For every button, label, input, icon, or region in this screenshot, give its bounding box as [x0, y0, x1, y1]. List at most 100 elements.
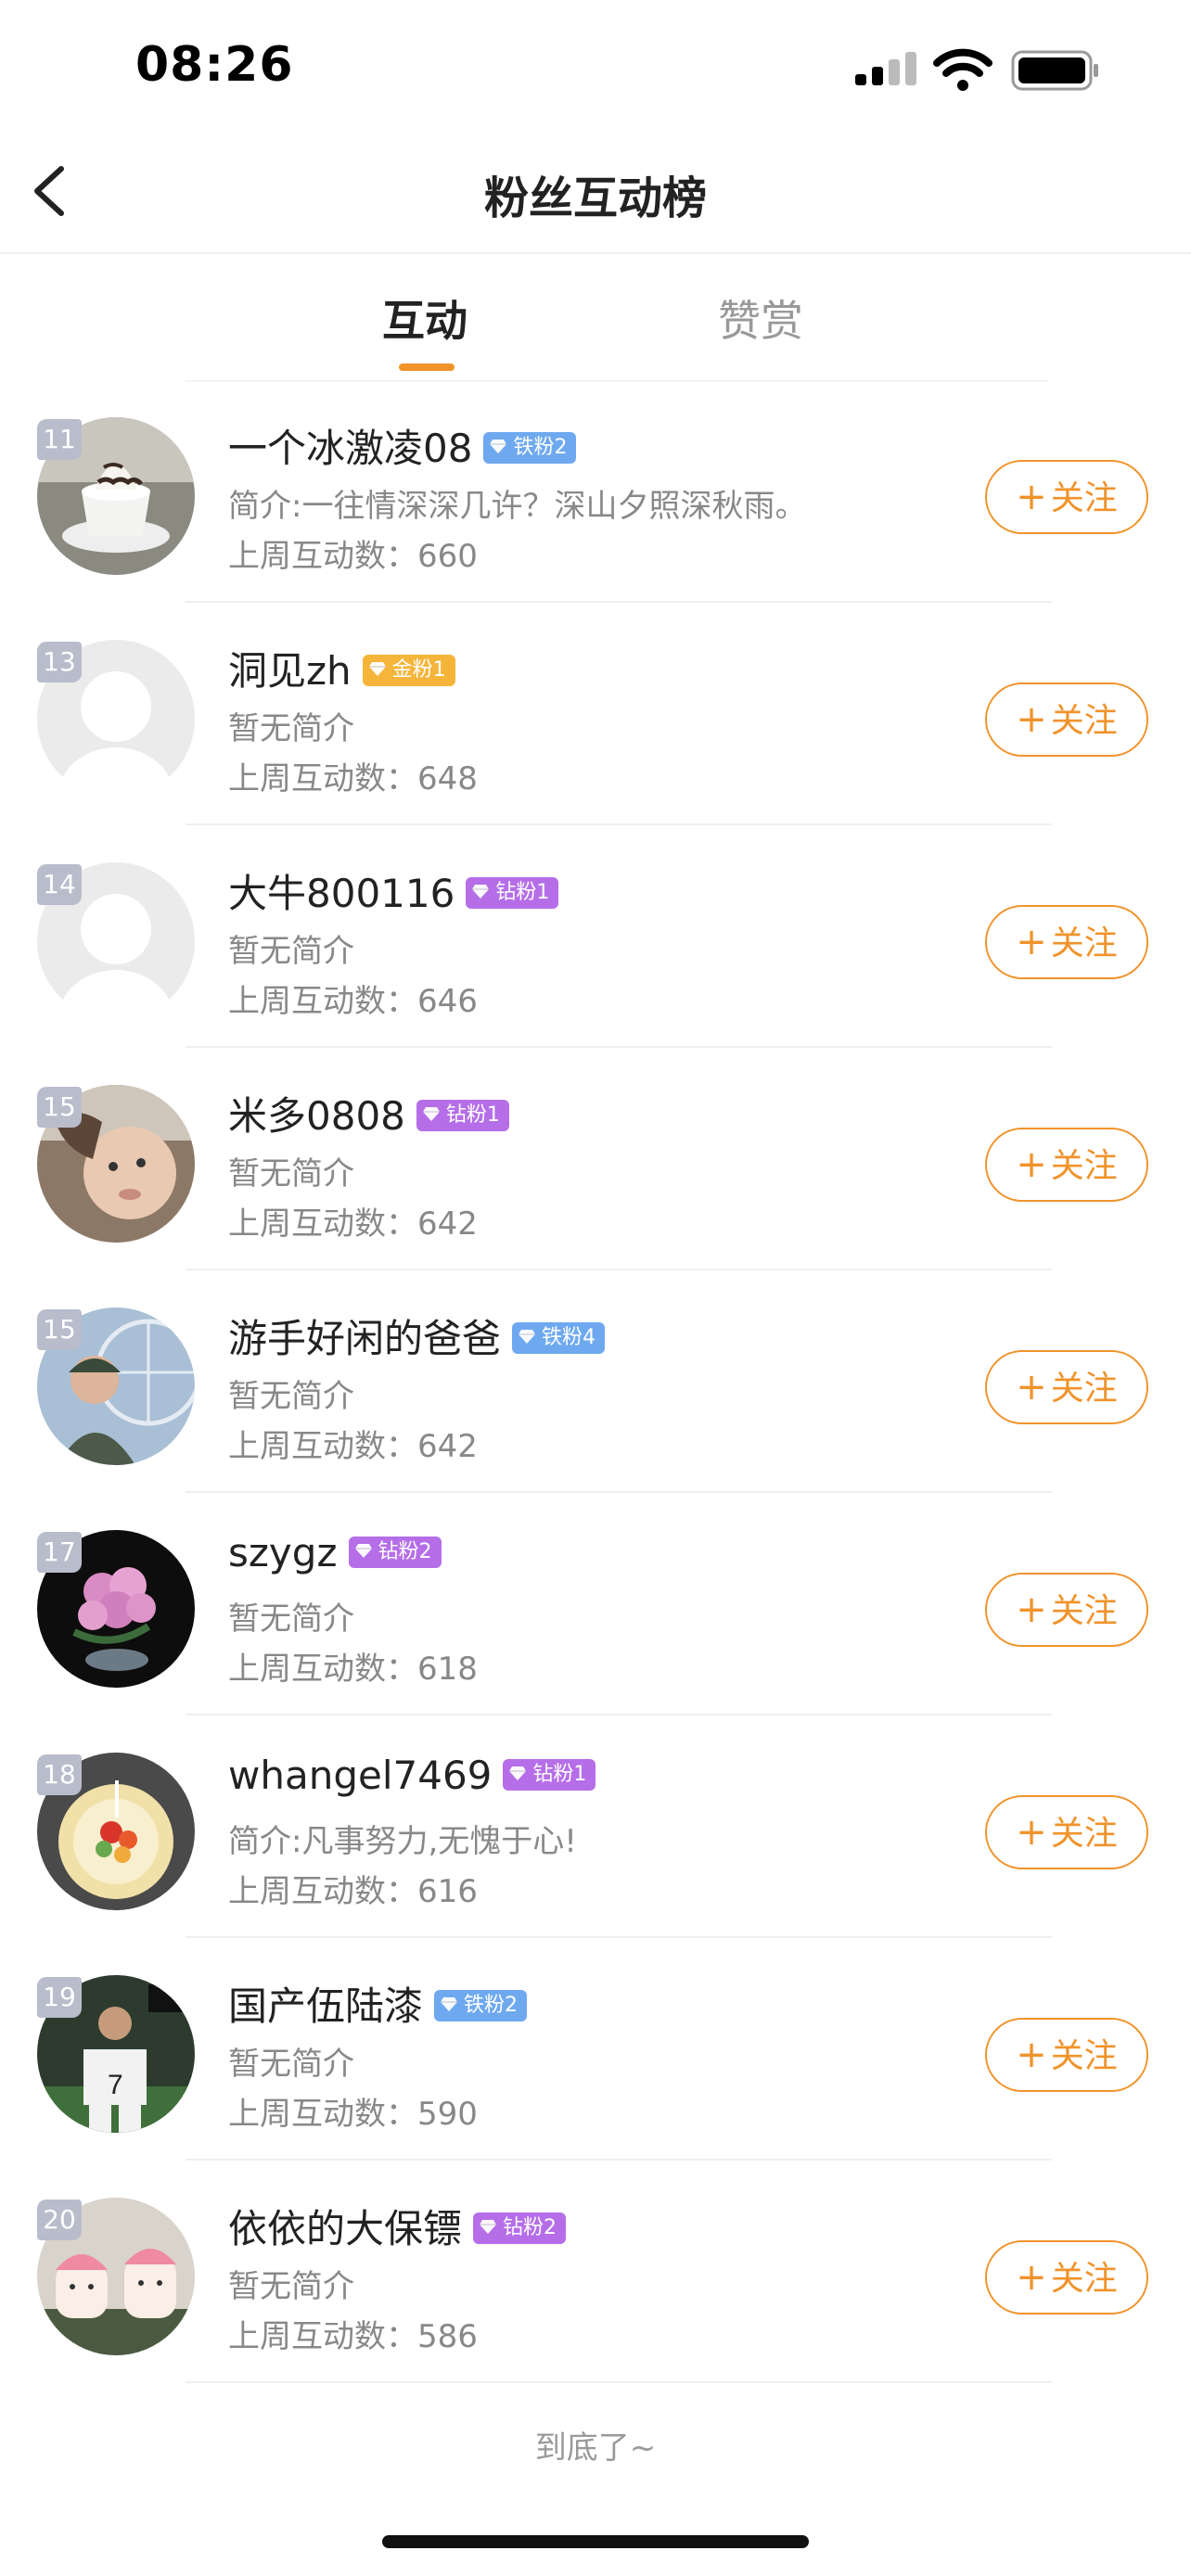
home-indicator[interactable] [382, 2535, 809, 2548]
interaction-count: 上周互动数：616 [228, 1866, 478, 1911]
fan-name-line[interactable]: whangel7469 钻粉1 [228, 1753, 596, 1798]
status-time: 08:26 [135, 37, 294, 93]
interaction-count-value: 642 [417, 1428, 478, 1465]
active-tab-indicator [399, 363, 455, 371]
interaction-count: 上周互动数：642 [228, 1198, 478, 1243]
fan-name[interactable]: 大牛800116 [228, 871, 455, 916]
fan-name[interactable]: 游手好闲的爸爸 [228, 1316, 501, 1361]
plus-icon: + [1016, 698, 1047, 741]
tab-interaction[interactable]: 互动 [382, 287, 467, 349]
fan-bio: 简介:一往情深深几许？深山夕照深秋雨。 [228, 488, 807, 525]
follow-label: 关注 [1050, 925, 1118, 963]
rank-badge: 19 [37, 1977, 82, 2018]
follow-button[interactable]: + 关注 [985, 2240, 1148, 2315]
follow-button[interactable]: + 关注 [985, 1128, 1148, 1202]
plus-icon: + [1016, 1811, 1047, 1854]
gem-icon [509, 1766, 527, 1780]
signal-icon [855, 52, 916, 85]
follow-button[interactable]: + 关注 [985, 682, 1148, 757]
fan-row[interactable]: 14 大牛800116 钻粉1 暂无简介上周互动数：646 + 关注 [0, 825, 1191, 1048]
gem-icon [422, 1106, 440, 1121]
plus-icon: + [1016, 2256, 1047, 2299]
follow-label: 关注 [1050, 2260, 1118, 2298]
page-title: 粉丝互动榜 [483, 172, 707, 224]
fan-name[interactable]: 一个冰激凌08 [228, 426, 472, 471]
fan-row[interactable]: 17 szygz 钻粉2 暂无简介 上周互动数：618 + 关注 [0, 1493, 1191, 1715]
follow-button[interactable]: + 关注 [985, 1795, 1148, 1869]
rank-badge: 15 [37, 1309, 82, 1350]
tab-bar: 互动 赞赏 [0, 254, 1191, 382]
fan-row[interactable]: 7 19 国产伍陆漆 铁粉2 暂无简介上周互动数：590 + 关注 [0, 1938, 1191, 2161]
fan-name-line[interactable]: 游手好闲的爸爸 铁粉4 [228, 1307, 606, 1364]
plus-icon: + [1016, 476, 1047, 518]
fan-level-badge: 钻粉1 [416, 1099, 509, 1131]
follow-label: 关注 [1050, 479, 1118, 517]
follow-label: 关注 [1050, 1370, 1118, 1408]
fan-name[interactable]: whangel7469 [228, 1753, 492, 1798]
fan-name[interactable]: 国产伍陆漆 [228, 1983, 423, 2029]
fan-name-line[interactable]: szygz 钻粉2 [228, 1530, 442, 1575]
fan-name-line[interactable]: 大牛800116 钻粉1 [228, 862, 559, 919]
follow-label: 关注 [1050, 1147, 1118, 1185]
status-bar: 08:26 [0, 0, 1191, 130]
fan-row[interactable]: 15 米多0808 钻粉1 暂无简介 上周互动数：642 + 关注 [0, 1048, 1191, 1270]
gem-icon [441, 1996, 458, 2011]
fan-row[interactable]: 13 洞见zh 金粉1 暂无简介 上周互动数：648 + 关注 [0, 603, 1191, 825]
follow-button[interactable]: + 关注 [985, 1350, 1148, 1424]
rank-badge: 13 [37, 642, 82, 682]
tab-reward[interactable]: 赞赏 [718, 287, 803, 349]
battery-icon [1011, 50, 1098, 91]
fan-row[interactable]: 18 whangel7469 钻粉1 简介:凡事努力,无愧于心! 上周互动数：616 + 关… [0, 1715, 1191, 1938]
rank-badge: 20 [37, 2200, 82, 2240]
fan-bio: 暂无简介 [228, 2046, 354, 2083]
interaction-count-value: 618 [417, 1651, 478, 1688]
interaction-count-value: 642 [417, 1205, 478, 1243]
fan-level-label: 金粉1 [391, 657, 446, 682]
nav-bar: 粉丝互动榜 [0, 130, 1191, 254]
interaction-count-label: 上周互动数： [228, 2318, 417, 2355]
fan-name-line[interactable]: 国产伍陆漆 铁粉2 [228, 1975, 528, 2032]
fan-level-label: 铁粉2 [464, 1993, 519, 2017]
fan-bio: 简介:凡事努力,无愧于心! [228, 1823, 577, 1860]
fan-bio: 暂无简介 [228, 2268, 354, 2305]
fan-level-badge: 钻粉1 [503, 1758, 596, 1791]
fan-name[interactable]: 米多0808 [228, 1093, 405, 1139]
follow-button[interactable]: + 关注 [985, 905, 1148, 979]
fan-level-badge: 铁粉4 [512, 1321, 606, 1354]
interaction-count: 上周互动数：642 [228, 1421, 478, 1466]
fan-bio: 暂无简介 [228, 933, 354, 970]
gem-icon [490, 439, 507, 453]
interaction-count-label: 上周互动数： [228, 1873, 417, 1910]
fan-bio: 暂无简介 [228, 1600, 354, 1638]
plus-icon: + [1016, 1588, 1047, 1631]
fan-name[interactable]: szygz [228, 1530, 338, 1575]
fan-name-line[interactable]: 洞见zh 金粉1 [228, 640, 455, 696]
fan-row[interactable]: 11 一个冰激凌08 铁粉2 简介:一往情深深几许？深山夕照深秋雨。 上周互动数：660… [0, 380, 1191, 603]
plus-icon: + [1016, 921, 1047, 963]
svg-text:7: 7 [108, 2070, 123, 2100]
gem-icon [480, 2219, 497, 2234]
rank-badge: 14 [37, 864, 82, 905]
fan-level-label: 铁粉2 [513, 435, 568, 459]
fan-name-line[interactable]: 依依的大保镖 钻粉2 [228, 2198, 567, 2254]
interaction-count: 上周互动数：590 [228, 2088, 478, 2134]
follow-button[interactable]: + 关注 [985, 2018, 1148, 2092]
fan-level-badge: 钻粉2 [473, 2212, 567, 2244]
follow-label: 关注 [1050, 1815, 1118, 1853]
interaction-count-value: 648 [417, 760, 478, 797]
fan-row[interactable]: 15 游手好闲的爸爸 铁粉4 暂无简介 上周互动数：642 + 关注 [0, 1270, 1191, 1493]
fan-name[interactable]: 依依的大保镖 [228, 2206, 462, 2251]
interaction-count-value: 646 [417, 983, 478, 1020]
plus-icon: + [1016, 2034, 1047, 2076]
interaction-count: 上周互动数：646 [228, 976, 478, 1021]
follow-button[interactable]: + 关注 [985, 1573, 1148, 1647]
fan-name-line[interactable]: 米多0808 钻粉1 [228, 1085, 509, 1141]
fan-name-line[interactable]: 一个冰激凌08 铁粉2 [228, 417, 577, 474]
follow-label: 关注 [1050, 2037, 1118, 2075]
interaction-count-label: 上周互动数： [228, 1428, 417, 1465]
follow-button[interactable]: + 关注 [985, 460, 1148, 534]
interaction-count-label: 上周互动数： [228, 538, 417, 575]
fan-row[interactable]: 20 依依的大保镖 钻粉2 暂无简介 上周互动数：586 + 关注 [0, 2161, 1191, 2383]
fan-name[interactable]: 洞见zh [228, 648, 352, 694]
interaction-count: 上周互动数：618 [228, 1643, 478, 1689]
